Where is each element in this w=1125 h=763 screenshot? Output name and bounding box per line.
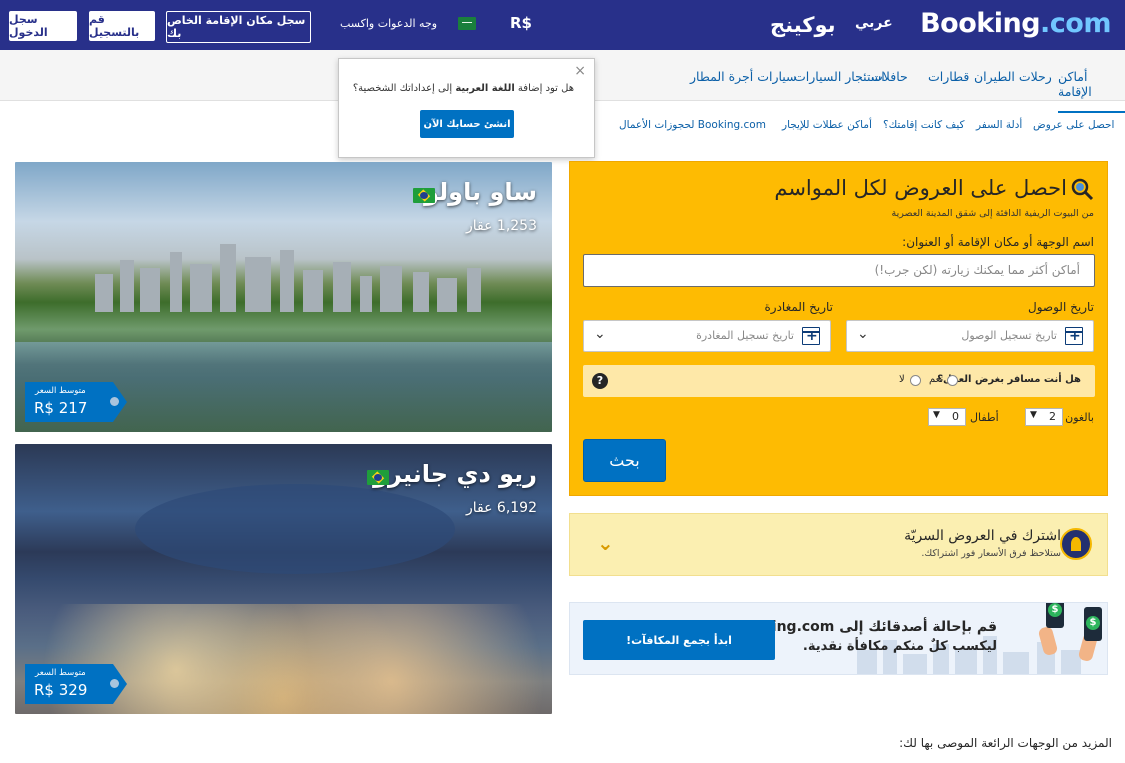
bay-water: [135, 484, 455, 574]
tab-car-rentals[interactable]: استئجار السيارات: [794, 69, 885, 84]
destination-name: ريو دي جانيرو: [373, 460, 537, 488]
business-no-radio[interactable]: [910, 375, 921, 386]
search-subtitle: من البيوت الريفية الدافئة إلى شقق المدين…: [891, 208, 1094, 219]
city-skyline-image: [75, 242, 515, 312]
currency-selector[interactable]: R$: [510, 14, 532, 32]
phone-cash-icon: [1046, 603, 1064, 628]
dropdown-arrow-icon: ▼: [933, 410, 940, 420]
destination-card-sao-paulo[interactable]: ساو باولو 1,253 عقار متوسط السعر R$ 217: [15, 162, 552, 432]
secret-deals-icon: [1060, 528, 1092, 560]
price-value: R$ 329: [34, 681, 88, 699]
popup-question-suffix: إلى إعداداتك الشخصية؟: [352, 83, 456, 94]
deals-link[interactable]: احصل على عروض: [1033, 119, 1114, 131]
referral-banner: قم بإحالة أصدقائك إلى Booking.com ليكسب …: [569, 602, 1108, 675]
children-select[interactable]: ▼ 0: [928, 408, 966, 426]
close-icon[interactable]: ×: [574, 63, 586, 79]
create-account-button[interactable]: انشئ حسابك الآن: [420, 110, 514, 138]
invite-earn-link[interactable]: وجه الدعوات واكسب: [340, 17, 437, 30]
property-count: 6,192 عقار: [465, 500, 537, 516]
search-button[interactable]: بحث: [583, 439, 666, 482]
language-selector[interactable]: عربي: [855, 15, 893, 31]
adults-label: بالغون: [1065, 411, 1094, 424]
children-label: أطفال: [970, 411, 999, 424]
destination-label: اسم الوجهة أو مكان الإقامة أو العنوان:: [902, 235, 1094, 249]
popup-question: هل تود إضافة اللغة العربية إلى إعداداتك …: [353, 83, 574, 94]
logo-arabic-text: بوكينج: [770, 13, 836, 37]
business-yes-radio[interactable]: [947, 375, 958, 386]
deals-subtitle: ستلاحظ فرق الأسعار فور اشتراكك.: [921, 548, 1061, 559]
yes-label: نعم: [929, 374, 944, 385]
start-earning-button[interactable]: ابدأ بجمع المكافآت!: [583, 620, 775, 660]
average-price-tag: متوسط السعر R$ 329: [25, 664, 127, 704]
price-label: متوسط السعر: [35, 668, 86, 678]
phone-cash-icon: [1084, 607, 1102, 641]
booking-logo[interactable]: Booking.com: [920, 8, 1111, 39]
register-button[interactable]: قم بالتسجيل: [89, 11, 155, 41]
price-label: متوسط السعر: [35, 386, 86, 396]
popup-question-bold: اللغة العربية: [455, 83, 515, 94]
checkout-label: تاريخ المغادرة: [764, 300, 834, 314]
destination-input[interactable]: أماكن أكثر مما يمكنك زيارته (لكن جرب!): [583, 254, 1095, 287]
vacation-rentals-link[interactable]: أماكن عطلات للإيجار: [782, 119, 872, 131]
checkin-label: تاريخ الوصول: [1028, 300, 1094, 314]
adults-value: 2: [1049, 410, 1056, 423]
chevron-down-icon: ⌄: [857, 326, 869, 342]
average-price-tag: متوسط السعر R$ 217: [25, 382, 127, 422]
business-travel-row: هل أنت مسافر بغرض العمل؟ نعم لا ?: [583, 365, 1095, 397]
destination-name: ساو باولو: [424, 178, 537, 206]
logo-dot-text: .com: [1040, 8, 1111, 39]
sign-in-button[interactable]: سجل الدخول: [9, 11, 77, 41]
saudi-flag-icon[interactable]: [458, 17, 476, 30]
adults-select[interactable]: ▼ 2: [1025, 408, 1063, 426]
help-icon[interactable]: ?: [592, 373, 608, 389]
search-box: احصل على العروض لكل المواسم من البيوت ال…: [569, 161, 1108, 496]
popup-question-prefix: هل تود إضافة: [514, 83, 574, 94]
business-booking-link[interactable]: Booking.com لحجوزات الأعمال: [619, 119, 766, 131]
more-destinations-heading: المزيد من الوجهات الرائعة الموصى بها لك:: [899, 736, 1112, 750]
logo-main-text: Booking: [920, 8, 1041, 39]
brazil-flag-icon: [413, 188, 435, 203]
search-title: احصل على العروض لكل المواسم: [774, 176, 1067, 200]
tab-trains[interactable]: قطارات: [928, 69, 969, 84]
chevron-down-icon: ⌄: [594, 326, 606, 342]
top-header: Booking.com بوكينج عربي R$ وجه الدعوات و…: [0, 0, 1125, 50]
no-label: لا: [899, 374, 905, 385]
list-property-button[interactable]: سجل مكان الإقامة الخاص بك: [166, 11, 311, 43]
deals-title: اشترك في العروض السريّة: [904, 528, 1061, 544]
price-value: R$ 217: [34, 399, 88, 417]
travel-guides-link[interactable]: أدلة السفر: [976, 119, 1022, 131]
checkout-field[interactable]: تاريخ تسجيل المغادرة ⌄: [583, 320, 831, 352]
search-icon: [1071, 178, 1094, 201]
tab-stays[interactable]: أماكن الإقامة: [1058, 69, 1125, 113]
calendar-icon: [1065, 327, 1083, 345]
referral-subtitle: ليكسب كلٌ منكم مكافأة نقدية.: [802, 639, 997, 654]
destination-card-rio[interactable]: ريو دي جانيرو 6,192 عقار متوسط السعر R$ …: [15, 444, 552, 714]
brazil-flag-icon: [367, 470, 389, 485]
tab-flights[interactable]: رحلات الطيران: [974, 69, 1052, 84]
business-question: هل أنت مسافر بغرض العمل؟: [937, 374, 1081, 385]
checkin-placeholder: تاريخ تسجيل الوصول: [961, 329, 1057, 342]
dropdown-arrow-icon: ▼: [1030, 410, 1037, 420]
secret-deals-banner[interactable]: اشترك في العروض السريّة ستلاحظ فرق الأسع…: [569, 513, 1108, 576]
checkin-field[interactable]: تاريخ تسجيل الوصول ⌄: [846, 320, 1094, 352]
language-popup: × هل تود إضافة اللغة العربية إلى إعدادات…: [338, 58, 595, 158]
property-count: 1,253 عقار: [465, 218, 537, 234]
how-was-stay-link[interactable]: كيف كانت إقامتك؟: [883, 119, 965, 131]
children-value: 0: [952, 410, 959, 423]
checkout-placeholder: تاريخ تسجيل المغادرة: [696, 329, 794, 342]
calendar-icon: [802, 327, 820, 345]
tab-airport-taxis[interactable]: سيارات أجرة المطار: [690, 69, 797, 84]
chevron-down-icon[interactable]: ⌄: [597, 531, 614, 555]
